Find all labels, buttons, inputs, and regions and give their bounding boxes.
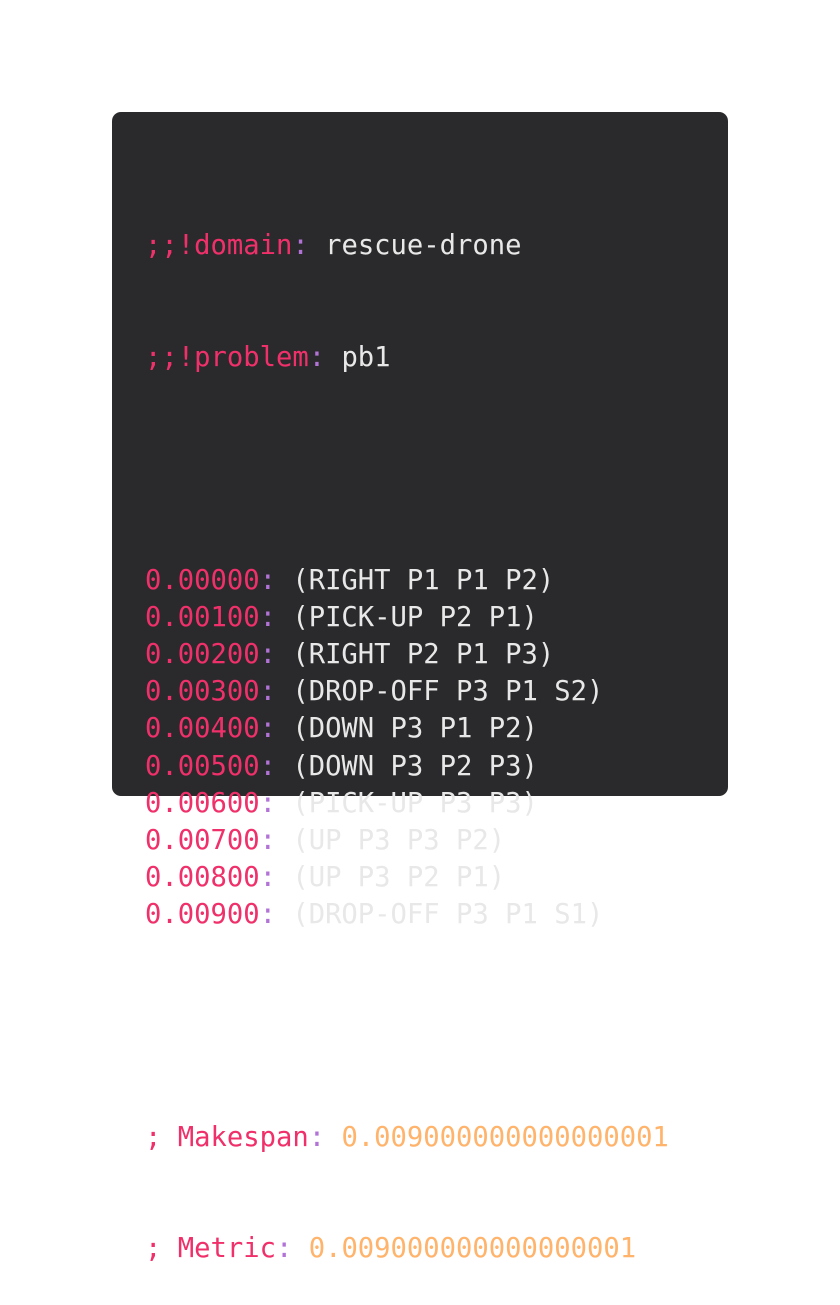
step-time: 0.00900 bbox=[145, 899, 260, 931]
makespan-key: ; Makespan bbox=[145, 1121, 309, 1153]
plan-step: 0.00900: (DROP-OFF P3 P1 S1) bbox=[145, 896, 728, 933]
problem-line: ;;!problem: pb1 bbox=[145, 339, 728, 376]
plan-step: 0.00500: (DOWN P3 P2 P3) bbox=[145, 748, 728, 785]
plan-step: 0.00300: (DROP-OFF P3 P1 S2) bbox=[145, 673, 728, 710]
makespan-value: 0.009000000000000001 bbox=[341, 1121, 669, 1153]
plan-step: 0.00200: (RIGHT P2 P1 P3) bbox=[145, 636, 728, 673]
step-action: (DROP-OFF P3 P1 S2) bbox=[292, 676, 604, 708]
step-colon: : bbox=[259, 899, 276, 931]
step-time: 0.00200 bbox=[145, 638, 260, 670]
metric-colon: : bbox=[275, 1233, 293, 1265]
step-colon: : bbox=[259, 824, 276, 856]
step-action: (UP P3 P2 P1) bbox=[292, 862, 506, 894]
step-action: (DOWN P3 P1 P2) bbox=[292, 713, 538, 745]
step-action: (PICK-UP P3 P3) bbox=[292, 787, 538, 819]
step-time: 0.00500 bbox=[145, 750, 260, 782]
step-time: 0.00600 bbox=[145, 787, 260, 819]
plan-steps: 0.00000: (RIGHT P1 P1 P2) 0.00100: (PICK-… bbox=[145, 562, 728, 934]
problem-colon: : bbox=[308, 342, 326, 373]
code-panel: ;;!domain: rescue-drone ;;!problem: pb1 … bbox=[112, 112, 728, 1264]
step-action: (DROP-OFF P3 P1 S1) bbox=[292, 899, 604, 931]
step-action: (RIGHT P1 P1 P2) bbox=[292, 564, 555, 596]
step-action: (PICK-UP P2 P1) bbox=[292, 601, 538, 633]
metric-line: ; Metric: 0.009000000000000001 bbox=[145, 1230, 728, 1267]
step-time: 0.00000 bbox=[145, 564, 260, 596]
plan-step: 0.00600: (PICK-UP P3 P3) bbox=[145, 785, 728, 822]
step-colon: : bbox=[259, 787, 276, 819]
step-action: (DOWN P3 P2 P3) bbox=[292, 750, 538, 782]
step-colon: : bbox=[259, 713, 276, 745]
plan-step: 0.00100: (PICK-UP P2 P1) bbox=[145, 599, 728, 636]
domain-line: ;;!domain: rescue-drone bbox=[145, 227, 728, 264]
step-colon: : bbox=[259, 564, 276, 596]
step-colon: : bbox=[259, 638, 276, 670]
domain-key: ;;!domain bbox=[145, 230, 293, 262]
step-action: (RIGHT P2 P1 P3) bbox=[292, 638, 555, 670]
makespan-line: ; Makespan: 0.009000000000000001 bbox=[145, 1119, 728, 1156]
step-colon: : bbox=[259, 862, 276, 894]
step-colon: : bbox=[259, 676, 276, 708]
step-time: 0.00800 bbox=[145, 862, 260, 894]
plan-step: 0.00400: (DOWN P3 P1 P2) bbox=[145, 710, 728, 747]
plan-step: 0.00800: (UP P3 P2 P1) bbox=[145, 859, 728, 896]
makespan-colon: : bbox=[308, 1121, 326, 1153]
step-time: 0.00100 bbox=[145, 601, 260, 633]
step-action: (UP P3 P3 P2) bbox=[292, 824, 506, 856]
step-time: 0.00700 bbox=[145, 824, 260, 856]
metric-value: 0.009000000000000001 bbox=[308, 1233, 637, 1265]
problem-key: ;;!problem bbox=[145, 342, 309, 373]
metric-key: ; Metric bbox=[145, 1233, 276, 1265]
problem-value: pb1 bbox=[341, 342, 391, 373]
domain-value: rescue-drone bbox=[325, 230, 522, 262]
plan-step: 0.00000: (RIGHT P1 P1 P2) bbox=[145, 562, 728, 599]
step-colon: : bbox=[259, 601, 276, 633]
step-colon: : bbox=[259, 750, 276, 782]
step-time: 0.00400 bbox=[145, 713, 260, 745]
step-time: 0.00300 bbox=[145, 676, 260, 708]
plan-step: 0.00700: (UP P3 P3 P2) bbox=[145, 822, 728, 859]
domain-colon: : bbox=[292, 230, 309, 262]
